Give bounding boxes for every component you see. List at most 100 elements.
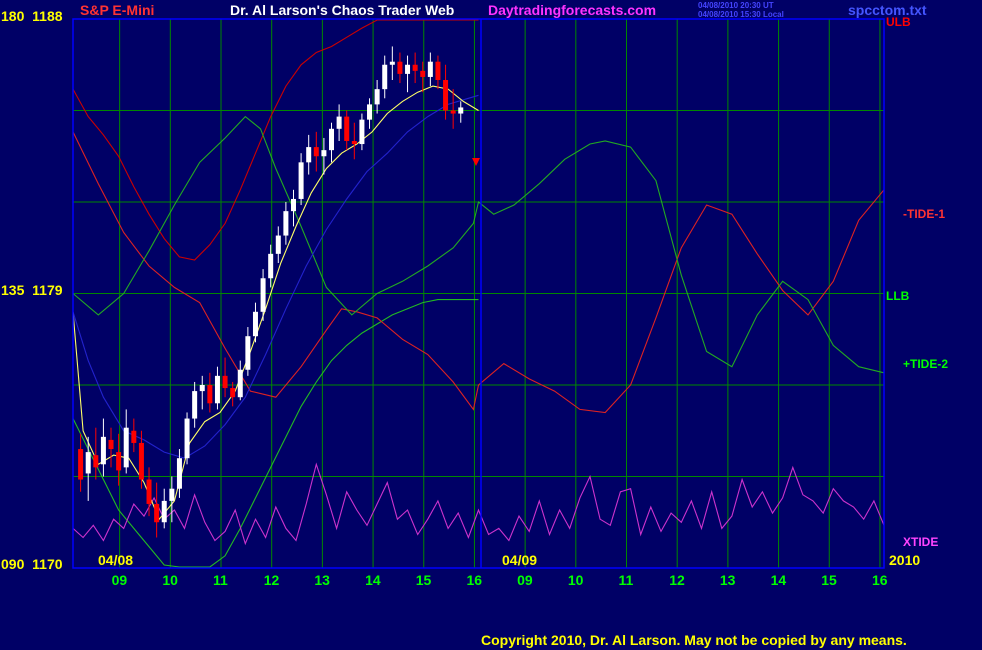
price-bar-body bbox=[93, 455, 99, 468]
x-tick-label: 13 bbox=[719, 572, 736, 588]
price-bar-body bbox=[367, 104, 373, 120]
price-bar-body bbox=[450, 110, 456, 114]
x-tick-label: 16 bbox=[466, 572, 483, 588]
price-bar-body bbox=[154, 503, 160, 523]
price-bar-body bbox=[260, 278, 266, 312]
price-bar bbox=[344, 110, 350, 151]
price-bar-body bbox=[298, 162, 304, 199]
price-bar bbox=[123, 409, 129, 474]
price-bar-body bbox=[169, 488, 175, 501]
x-tick-label: 11 bbox=[213, 572, 228, 588]
price-bar-body bbox=[207, 385, 213, 404]
timestamp-local: 04/08/2010 15:30 Local bbox=[698, 10, 784, 19]
y-label-top: 180 1188 bbox=[1, 8, 63, 24]
price-bar bbox=[405, 55, 411, 93]
site-label: Daytradingforecasts.com bbox=[488, 2, 657, 18]
label-tide1: -TIDE-1 bbox=[903, 207, 945, 221]
price-bar bbox=[435, 55, 441, 90]
price-bar bbox=[116, 433, 122, 486]
price-bar bbox=[382, 55, 388, 99]
x-tick-label: 15 bbox=[821, 572, 837, 588]
price-bar bbox=[329, 122, 335, 163]
x-tick-label: 16 bbox=[871, 572, 888, 588]
price-bar-body bbox=[420, 70, 426, 77]
price-bar bbox=[184, 412, 190, 465]
price-bar-body bbox=[351, 141, 357, 145]
price-bar-body bbox=[100, 436, 106, 465]
x-tick-label: 09 bbox=[517, 572, 533, 588]
price-bar bbox=[458, 101, 464, 123]
price-bar-body bbox=[131, 430, 137, 443]
price-bar-body bbox=[427, 61, 433, 77]
year-label: 2010 bbox=[889, 552, 921, 568]
price-bar-body bbox=[176, 458, 182, 489]
price-bar bbox=[154, 482, 160, 538]
x-tick-label: 14 bbox=[770, 572, 787, 588]
price-bar-body bbox=[359, 119, 365, 145]
price-bar bbox=[275, 226, 281, 263]
label-ulb: ULB bbox=[886, 15, 911, 29]
price-bar-body bbox=[116, 452, 122, 471]
copyright-notice: Copyright 2010, Dr. Al Larson. May not b… bbox=[481, 632, 907, 648]
price-bar-body bbox=[138, 442, 144, 480]
price-bar-body bbox=[222, 375, 228, 389]
grid-lines bbox=[73, 19, 884, 568]
label-llb: LLB bbox=[886, 289, 910, 303]
price-bar bbox=[192, 381, 198, 428]
price-bar-body bbox=[290, 198, 296, 212]
x-tick-label: 11 bbox=[618, 572, 634, 588]
price-bar-body bbox=[268, 253, 274, 279]
price-bar-body bbox=[443, 80, 449, 111]
price-bar bbox=[367, 98, 373, 129]
price-bar bbox=[351, 122, 357, 160]
price-bar-body bbox=[252, 311, 258, 337]
price-bar bbox=[245, 327, 251, 376]
price-bar-body bbox=[161, 500, 167, 523]
price-bar-body bbox=[78, 449, 84, 480]
price-bar bbox=[268, 244, 274, 288]
y-label-bottom: 090 1170 bbox=[1, 556, 63, 572]
price-bar-body bbox=[230, 388, 236, 398]
timestamp-ut: 04/08/2010 20:30 UT bbox=[698, 1, 774, 10]
price-bar-body bbox=[245, 336, 251, 370]
series-ma_yellow bbox=[72, 85, 479, 521]
series-tide1 bbox=[72, 131, 885, 414]
x-tick-label: 09 bbox=[111, 572, 128, 588]
last-price-arrow-icon bbox=[472, 158, 480, 166]
price-bar bbox=[313, 131, 319, 172]
series-tide2 bbox=[72, 115, 885, 374]
price-bar-body bbox=[374, 89, 380, 105]
price-bar bbox=[306, 134, 312, 175]
price-bar-body bbox=[458, 107, 464, 114]
price-bar-body bbox=[237, 369, 243, 398]
price-bar bbox=[283, 202, 289, 245]
price-bar bbox=[443, 64, 449, 120]
price-bar-body bbox=[405, 64, 411, 74]
price-bar bbox=[222, 357, 228, 398]
price-bar-body bbox=[214, 375, 220, 404]
price-bar bbox=[290, 189, 296, 227]
chaos-chart bbox=[72, 18, 885, 569]
price-bar bbox=[389, 46, 395, 80]
label-tide2: +TIDE-2 bbox=[903, 357, 949, 371]
price-bar-body bbox=[184, 418, 190, 459]
price-bar-body bbox=[382, 64, 388, 90]
x-tick-label: 15 bbox=[415, 572, 432, 588]
price-bar-body bbox=[321, 150, 327, 157]
price-bar bbox=[100, 418, 106, 477]
price-bar bbox=[108, 427, 114, 468]
price-bar bbox=[420, 61, 426, 93]
price-bar-body bbox=[397, 61, 403, 74]
price-bar bbox=[78, 433, 84, 492]
price-bar bbox=[230, 381, 236, 407]
price-bar bbox=[252, 302, 258, 343]
price-bar-body bbox=[199, 385, 205, 392]
price-bar bbox=[237, 360, 243, 401]
price-bar bbox=[207, 372, 213, 413]
price-bar bbox=[397, 52, 403, 84]
price-bar-body bbox=[85, 452, 91, 474]
price-bar bbox=[199, 375, 205, 410]
date-label-1: 04/08 bbox=[98, 552, 134, 568]
price-bar bbox=[260, 269, 266, 321]
price-bar bbox=[131, 418, 137, 453]
